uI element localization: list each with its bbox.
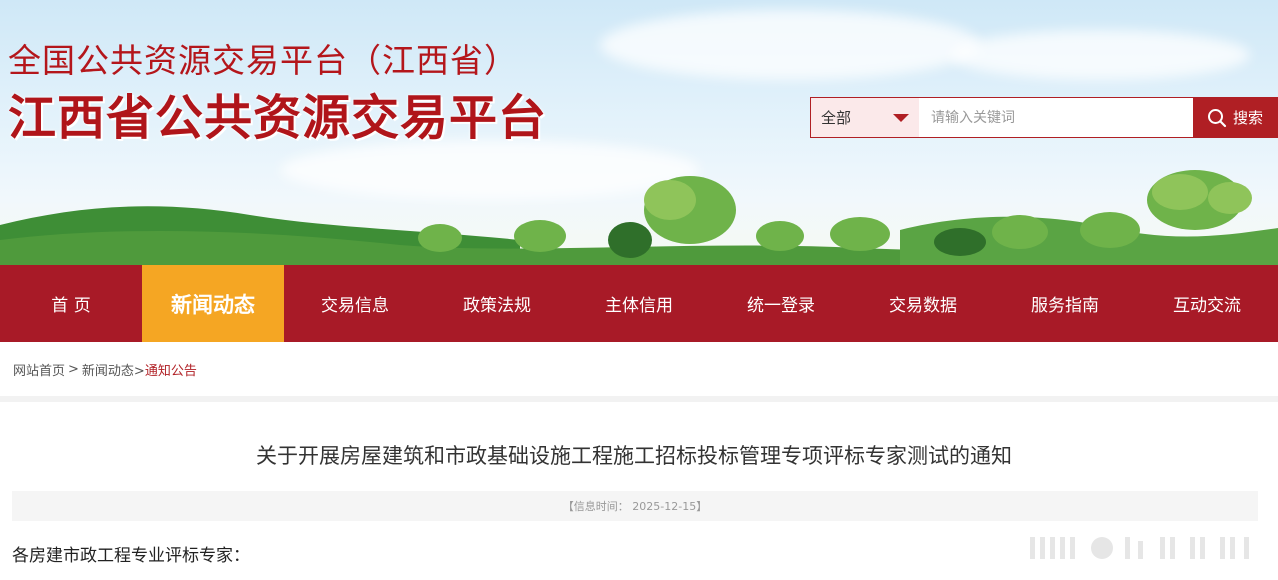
nav-item-home[interactable]: 首 页 <box>0 265 142 342</box>
search-button-label: 搜索 <box>1232 109 1263 127</box>
breadcrumb-separator: > <box>68 361 79 377</box>
site-title-main: 江西省公共资源交易平台 <box>8 90 548 146</box>
search-input[interactable] <box>919 98 1193 137</box>
search-bar: 全部 搜索 <box>810 97 1278 138</box>
search-button[interactable]: 搜索 <box>1193 98 1277 137</box>
search-icon <box>1207 108 1227 127</box>
nav-item-credit[interactable]: 主体信用 <box>568 265 710 342</box>
watermark-logo <box>1030 537 1249 559</box>
breadcrumb: 网站首页 > 新闻动态> 通知公告 <box>0 342 1278 402</box>
nav-item-trade-info[interactable]: 交易信息 <box>284 265 426 342</box>
landscape-illustration <box>0 170 1278 265</box>
nav-item-login[interactable]: 统一登录 <box>710 265 852 342</box>
nav-item-service-guide[interactable]: 服务指南 <box>994 265 1136 342</box>
article-date: 【信息时间： 2025-12-15】 <box>562 500 708 513</box>
article-greeting: 各房建市政工程专业评标专家： <box>12 546 250 566</box>
main-nav: 首 页 新闻动态 交易信息 政策法规 主体信用 统一登录 交易数据 服务指南 互… <box>0 265 1278 342</box>
article-meta-bar: 【信息时间： 2025-12-15】 <box>12 491 1258 521</box>
chevron-down-icon <box>893 113 909 122</box>
nav-item-interaction[interactable]: 互动交流 <box>1136 265 1278 342</box>
nav-item-trade-data[interactable]: 交易数据 <box>852 265 994 342</box>
nav-item-policy[interactable]: 政策法规 <box>426 265 568 342</box>
breadcrumb-home-link[interactable]: 网站首页 <box>13 360 65 379</box>
site-title-national: 全国公共资源交易平台（江西省） <box>8 41 518 80</box>
article-title: 关于开展房屋建筑和市政基础设施工程施工招标投标管理专项评标专家测试的通知 <box>256 444 1012 468</box>
search-category-value: 全部 <box>821 109 852 127</box>
breadcrumb-current: 通知公告 <box>144 363 197 379</box>
breadcrumb-news-link[interactable]: 新闻动态> <box>82 360 145 379</box>
search-category-select[interactable]: 全部 <box>811 98 919 137</box>
nav-item-news[interactable]: 新闻动态 <box>142 265 284 342</box>
header-banner: 全国公共资源交易平台（江西省） 江西省公共资源交易平台 全部 请输入关键词 搜索 <box>0 0 1278 265</box>
